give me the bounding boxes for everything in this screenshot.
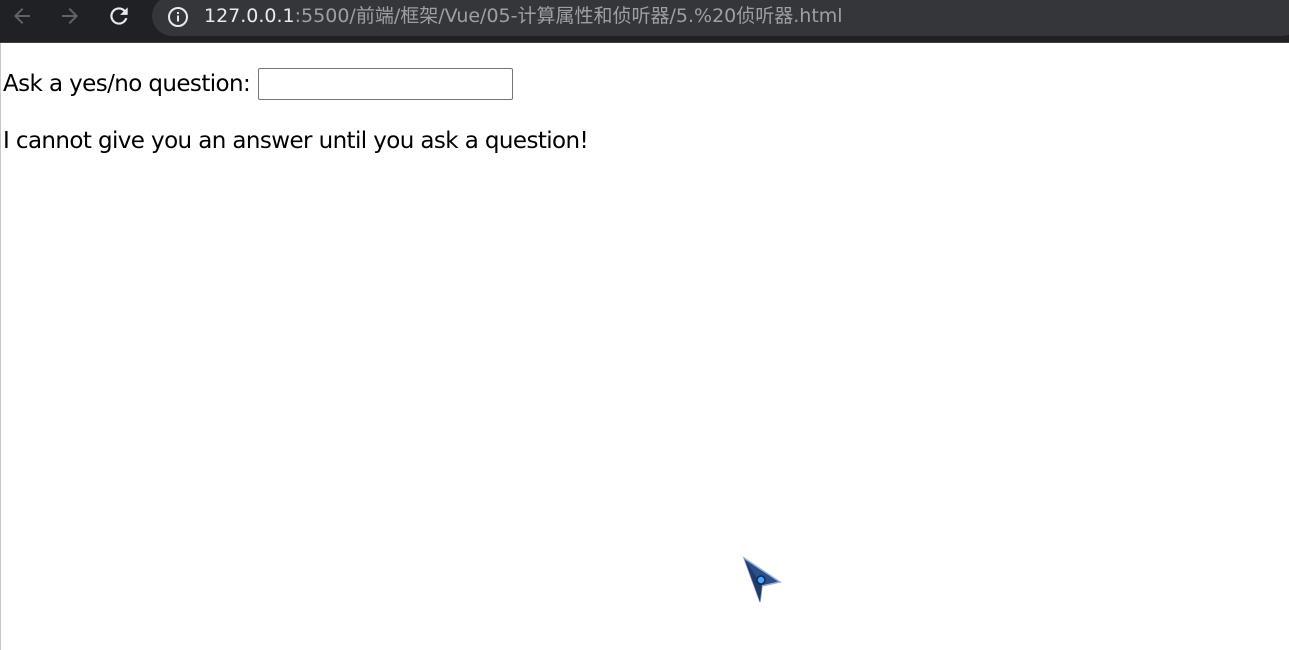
- url-path: :5500/前端/框架/Vue/05-计算属性和侦听器/5.%20侦听器.htm…: [294, 5, 843, 27]
- answer-text: I cannot give you an answer until you as…: [3, 128, 589, 154]
- back-button[interactable]: [7, 2, 37, 30]
- reload-icon: [110, 7, 128, 25]
- question-row: Ask a yes/no question:: [3, 68, 514, 100]
- page-content: Ask a yes/no question: I cannot give you…: [0, 43, 1289, 650]
- question-input[interactable]: [258, 68, 514, 100]
- reload-button[interactable]: [104, 2, 134, 30]
- url-text[interactable]: 127.0.0.1:5500/前端/框架/Vue/05-计算属性和侦听器/5.%…: [204, 3, 843, 29]
- url-host: 127.0.0.1: [204, 5, 295, 27]
- browser-toolbar: 127.0.0.1:5500/前端/框架/Vue/05-计算属性和侦听器/5.%…: [0, 0, 1289, 43]
- forward-button[interactable]: [55, 2, 85, 30]
- pointer-arrow-icon: [742, 556, 782, 603]
- info-icon[interactable]: [167, 6, 189, 28]
- arrow-right-icon: [62, 8, 78, 24]
- question-label: Ask a yes/no question:: [3, 71, 251, 97]
- arrow-left-icon: [14, 8, 30, 24]
